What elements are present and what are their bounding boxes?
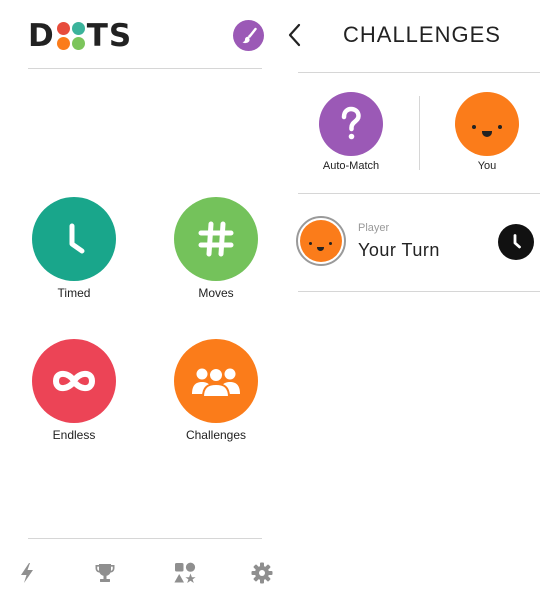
chevron-left-icon xyxy=(288,23,301,47)
face-icon xyxy=(300,220,342,262)
infinity-icon xyxy=(52,370,96,392)
challenges-header-divider xyxy=(298,72,540,73)
trophy-icon xyxy=(95,564,115,582)
face-eye-right xyxy=(498,125,502,129)
challenges-mode-label: Challenges xyxy=(185,428,247,442)
auto-match-label: Auto-Match xyxy=(322,160,380,172)
lightning-icon xyxy=(21,563,33,583)
auto-match-circle xyxy=(319,92,383,156)
you-label: You xyxy=(477,160,497,172)
timed-mode-circle xyxy=(32,197,116,281)
turn-status: Your Turn xyxy=(358,240,440,260)
you-avatar-circle xyxy=(455,92,519,156)
face-eye-right xyxy=(329,242,332,245)
logo-letter-d: D xyxy=(28,18,55,54)
paintbrush-icon xyxy=(242,27,257,43)
face-eye-left xyxy=(472,125,476,129)
moves-mode-label: Moves xyxy=(198,286,234,300)
header-divider xyxy=(28,68,262,69)
gear-icon xyxy=(251,562,273,584)
timed-mode-label: Timed xyxy=(57,286,91,300)
logo-dot-green xyxy=(71,37,85,50)
face-eye-left xyxy=(309,242,312,245)
footer-divider xyxy=(28,538,262,539)
you-button[interactable]: You xyxy=(447,92,527,172)
back-button[interactable] xyxy=(286,22,304,48)
lightning-nav-button[interactable] xyxy=(14,560,40,586)
turn-timer-badge xyxy=(498,224,534,260)
game-row[interactable]: Player Your Turn xyxy=(296,212,540,274)
opponent-divider xyxy=(419,96,420,170)
logo-dot-red xyxy=(56,22,70,35)
logo-dot-teal xyxy=(71,22,85,35)
clock-icon xyxy=(513,234,521,249)
hash-icon xyxy=(198,221,234,257)
dots-logo: D TS xyxy=(28,16,132,56)
game-row-divider xyxy=(298,291,540,292)
shapes-nav-button[interactable] xyxy=(172,560,198,586)
challenges-mode-button[interactable]: Challenges xyxy=(161,339,271,442)
logo-dot-orange xyxy=(56,37,70,50)
logo-dots-icon xyxy=(56,22,85,50)
people-icon xyxy=(192,367,240,398)
trophy-nav-button[interactable] xyxy=(92,560,118,586)
home-screen: D TS Timed Moves Endless Challenges xyxy=(0,0,290,600)
settings-nav-button[interactable] xyxy=(249,560,275,586)
face-mouth xyxy=(317,247,324,251)
endless-mode-circle xyxy=(32,339,116,423)
auto-match-button[interactable]: Auto-Match xyxy=(311,92,391,172)
clock-icon xyxy=(69,223,85,254)
moves-mode-circle xyxy=(174,197,258,281)
player-label: Player xyxy=(358,222,390,234)
opponents-divider xyxy=(298,193,540,194)
theme-button[interactable] xyxy=(233,20,264,51)
moves-mode-button[interactable]: Moves xyxy=(161,197,271,300)
player-avatar xyxy=(296,216,346,266)
timed-mode-button[interactable]: Timed xyxy=(19,197,129,300)
logo-letters-ts: TS xyxy=(86,18,133,54)
face-mouth xyxy=(482,131,492,137)
endless-mode-label: Endless xyxy=(52,428,96,442)
challenges-mode-circle xyxy=(174,339,258,423)
question-icon xyxy=(341,106,361,140)
shapes-icon xyxy=(174,562,196,583)
endless-mode-button[interactable]: Endless xyxy=(19,339,129,442)
page-title: CHALLENGES xyxy=(343,22,501,47)
